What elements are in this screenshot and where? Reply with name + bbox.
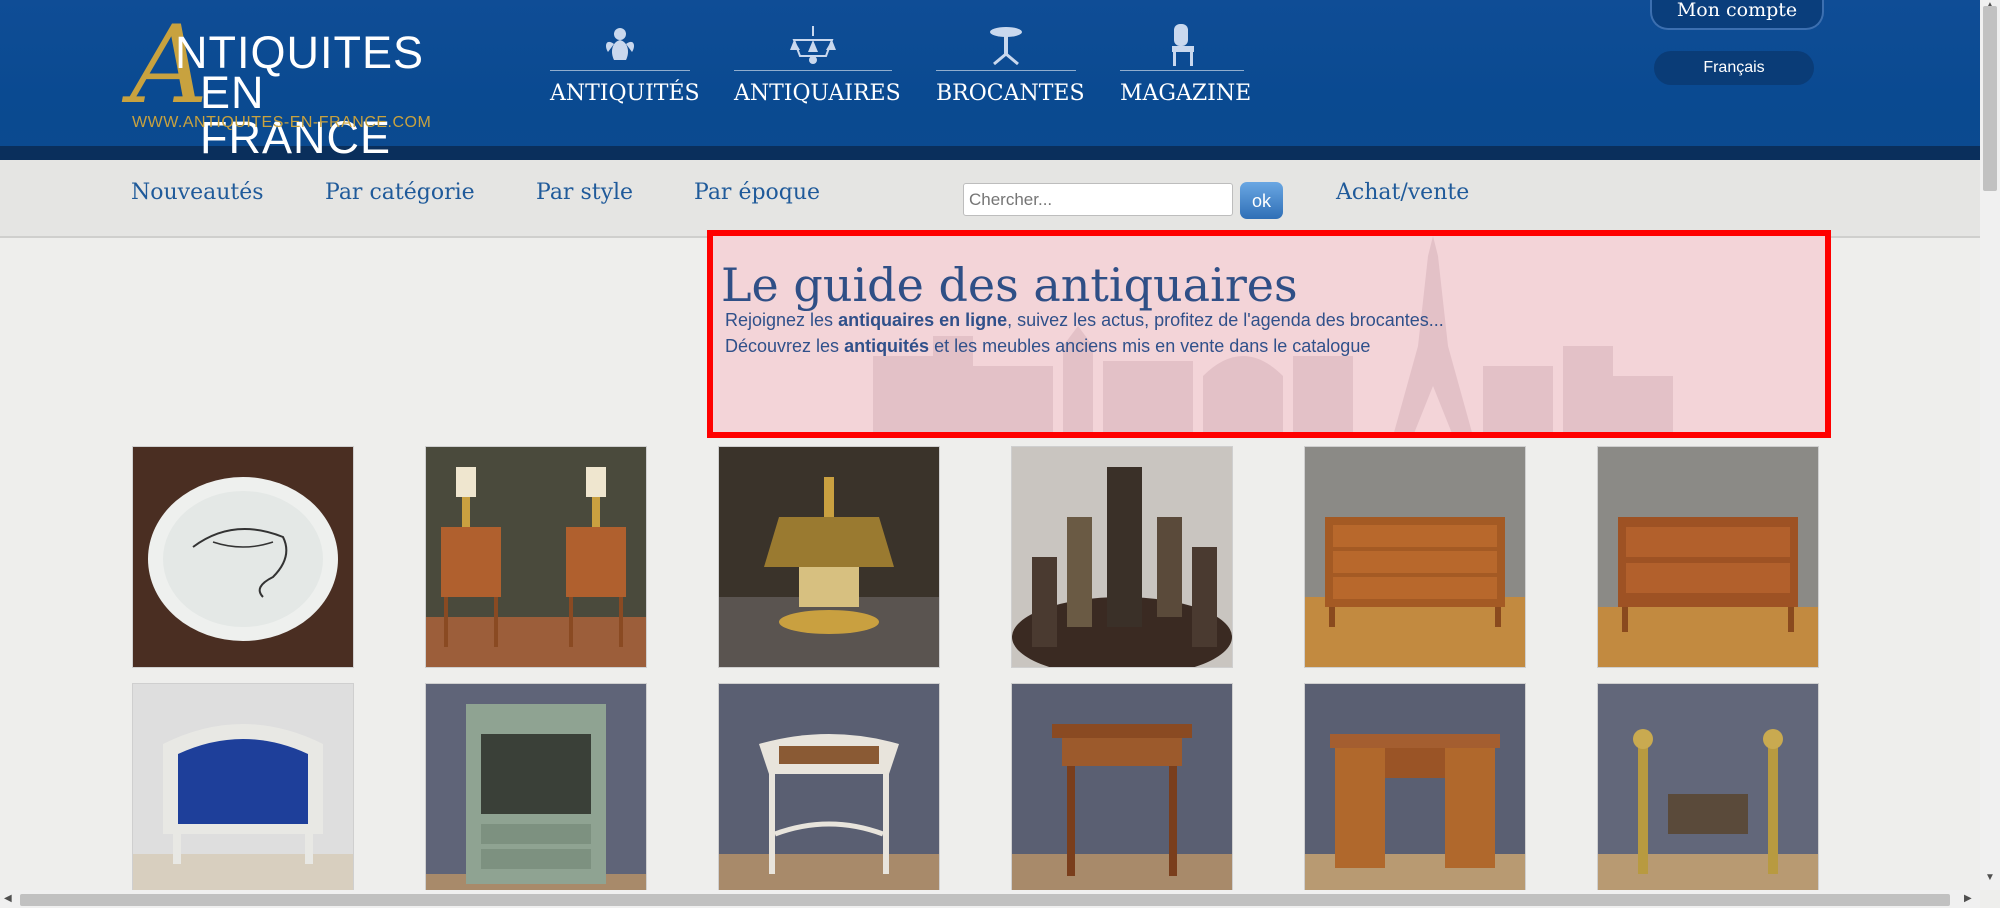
guide-banner: Le guide des antiquaires Rejoignez les a… bbox=[707, 230, 1831, 438]
product-bouillotte-lamp[interactable] bbox=[718, 446, 940, 668]
cherub-icon bbox=[606, 28, 634, 60]
horizontal-scroll-thumb[interactable] bbox=[20, 894, 1950, 906]
guide-link-antiquites[interactable]: antiquités bbox=[844, 336, 929, 356]
main-nav: ANTIQUITÉS ANTIQUAIRES BROCANTES MAGAZIN… bbox=[550, 22, 1288, 112]
product-andirons[interactable] bbox=[1597, 683, 1819, 905]
vertical-scroll-thumb[interactable] bbox=[1983, 6, 1997, 191]
chandelier-icon bbox=[790, 26, 836, 64]
product-ceramic-vases[interactable] bbox=[1011, 446, 1233, 668]
product-caned-table[interactable] bbox=[718, 683, 940, 905]
nav-separator bbox=[936, 70, 1076, 71]
guide-text: Découvrez les bbox=[725, 336, 845, 356]
vertical-scrollbar[interactable]: ▲ ▼ bbox=[1980, 0, 2000, 890]
subnav-par-epoque[interactable]: Par époque bbox=[694, 180, 820, 205]
nav-separator bbox=[734, 70, 892, 71]
subnav-achat-vente[interactable]: Achat/vente bbox=[1336, 180, 1469, 205]
search-input[interactable] bbox=[963, 183, 1233, 216]
nav-antiquites[interactable]: ANTIQUITÉS bbox=[550, 22, 700, 112]
guide-text: , suivez les actus, profitez de l'agenda… bbox=[1007, 310, 1444, 330]
guide-link-antiquaires[interactable]: antiquaires en ligne bbox=[838, 310, 1007, 330]
bedside-tables-image bbox=[426, 447, 646, 667]
nav-label: BROCANTES bbox=[936, 81, 1085, 106]
scroll-right-icon[interactable]: ▶ bbox=[1964, 893, 1972, 904]
nav-label: ANTIQUAIRES bbox=[734, 81, 901, 106]
nav-brocantes[interactable]: BROCANTES bbox=[936, 22, 1085, 112]
guide-line-1: Rejoignez les antiquaires en ligne, suiv… bbox=[725, 310, 1444, 331]
dressing-table-image bbox=[719, 684, 939, 904]
nav-label: MAGAZINE bbox=[1120, 81, 1252, 106]
site-logo[interactable]: A NTIQUITES EN FRANCE WWW.ANTIQUITES-EN-… bbox=[130, 12, 450, 161]
product-chest-of-drawers-2[interactable] bbox=[1597, 446, 1819, 668]
nav-label: ANTIQUITÉS bbox=[550, 81, 700, 106]
plate-image bbox=[133, 447, 353, 667]
subnav-par-categorie[interactable]: Par catégorie bbox=[325, 180, 475, 205]
product-bedside-tables[interactable] bbox=[425, 446, 647, 668]
product-blue-armchair[interactable] bbox=[132, 683, 354, 905]
search-submit-button[interactable]: ok bbox=[1240, 182, 1283, 219]
scroll-down-icon[interactable]: ▼ bbox=[1984, 872, 1996, 884]
andirons-image bbox=[1598, 684, 1818, 904]
product-display-cabinet[interactable] bbox=[425, 683, 647, 905]
guide-text: Rejoignez les bbox=[725, 310, 839, 330]
sub-nav: Nouveautés Par catégorie Par style Par é… bbox=[0, 160, 1980, 238]
lamp-image bbox=[719, 447, 939, 667]
guide-text: et les meubles anciens mis en vente dans… bbox=[929, 336, 1371, 356]
commode-image bbox=[1305, 447, 1525, 667]
nav-separator bbox=[1120, 70, 1244, 71]
table-icon bbox=[990, 27, 1022, 66]
account-button[interactable]: Mon compte bbox=[1650, 0, 1824, 30]
guide-title: Le guide des antiquaires bbox=[721, 258, 1298, 312]
product-side-table[interactable] bbox=[1011, 683, 1233, 905]
horizontal-scrollbar[interactable]: ◀ ▶ bbox=[0, 890, 1980, 908]
nav-magazine[interactable]: MAGAZINE bbox=[1120, 22, 1252, 112]
product-pedestal-desk[interactable] bbox=[1304, 683, 1526, 905]
product-plate-drawing[interactable] bbox=[132, 446, 354, 668]
subnav-par-style[interactable]: Par style bbox=[536, 180, 633, 205]
armchair-image bbox=[133, 684, 353, 904]
cabinet-image bbox=[426, 684, 646, 904]
vases-image bbox=[1012, 447, 1232, 667]
language-selector[interactable]: Français bbox=[1654, 51, 1814, 85]
product-chest-of-drawers-3[interactable] bbox=[1304, 446, 1526, 668]
scroll-left-icon[interactable]: ◀ bbox=[4, 893, 12, 904]
site-header: A NTIQUITES EN FRANCE WWW.ANTIQUITES-EN-… bbox=[0, 0, 1980, 160]
nav-separator bbox=[550, 70, 690, 71]
chair-icon bbox=[1172, 24, 1194, 66]
side-table-image bbox=[1012, 684, 1232, 904]
guide-line-2: Découvrez les antiquités et les meubles … bbox=[725, 336, 1370, 357]
commode-image bbox=[1598, 447, 1818, 667]
logo-url: WWW.ANTIQUITES-EN-FRANCE.COM bbox=[132, 114, 432, 131]
nav-antiquaires[interactable]: ANTIQUAIRES bbox=[734, 22, 901, 112]
desk-image bbox=[1305, 684, 1525, 904]
subnav-nouveautes[interactable]: Nouveautés bbox=[131, 180, 264, 205]
